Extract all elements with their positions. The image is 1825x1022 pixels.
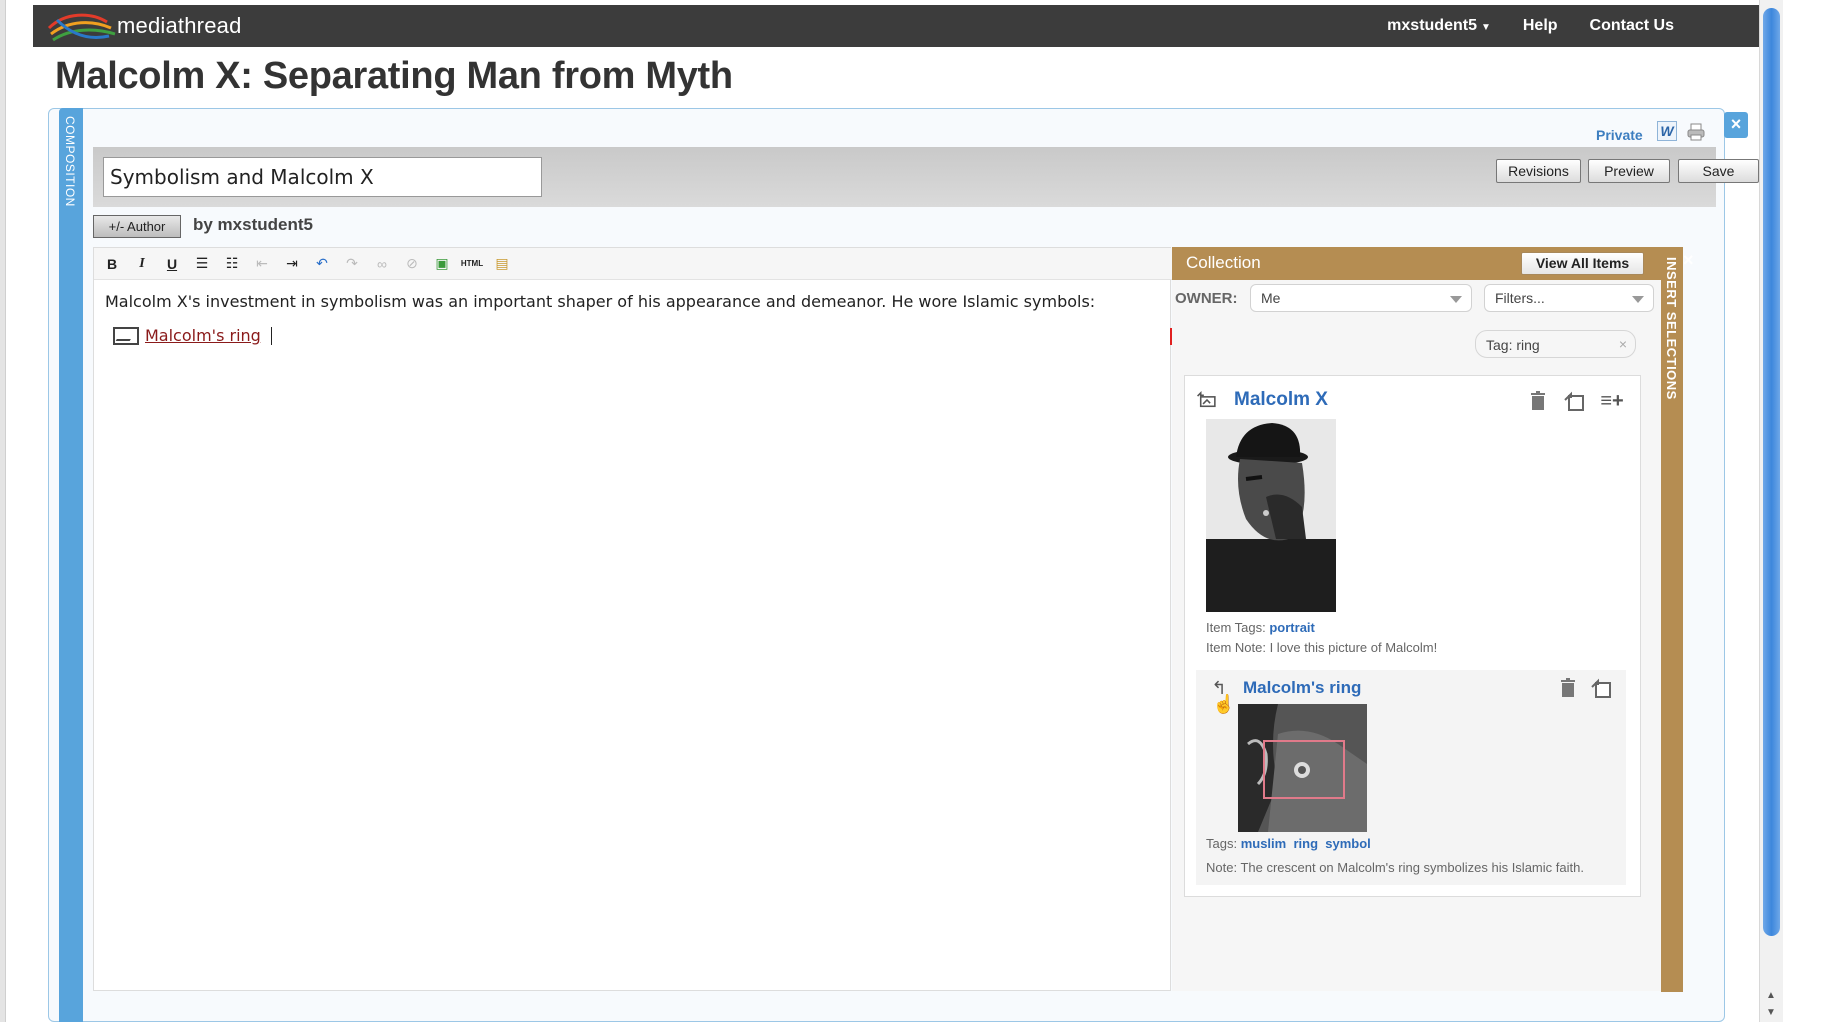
byline: by mxstudent5: [193, 215, 313, 234]
item-thumbnail[interactable]: [1206, 419, 1336, 612]
selection-tags-label: Tags:: [1206, 836, 1238, 851]
brand-logo[interactable]: mediathread: [45, 9, 242, 43]
top-nav-links: mxstudent5 ▼ Help Contact Us: [1387, 5, 1674, 47]
item-title-link[interactable]: Malcolm X: [1234, 389, 1328, 411]
composition-title-input[interactable]: [103, 157, 542, 197]
composition-tab[interactable]: COMPOSITION: [59, 108, 83, 1022]
selection-note: Note: The crescent on Malcolm's ring sym…: [1206, 860, 1584, 875]
brand-name: mediathread: [117, 13, 242, 38]
app-window: mediathread mxstudent5 ▼ Help Contact Us …: [0, 0, 1825, 1022]
revisions-button[interactable]: Revisions: [1496, 159, 1581, 183]
link-icon[interactable]: ∞: [372, 254, 392, 274]
selection-title-link[interactable]: Malcolm's ring: [1243, 678, 1361, 698]
sidebar-close-icon[interactable]: ×: [1683, 250, 1694, 271]
clear-tag-icon[interactable]: ×: [1619, 336, 1627, 352]
tag-link[interactable]: symbol: [1325, 836, 1371, 851]
selection-thumbnail[interactable]: [1238, 704, 1367, 832]
unlink-icon[interactable]: ⊘: [402, 254, 422, 274]
scroll-up-icon[interactable]: ▲: [1766, 990, 1776, 1001]
redo-icon[interactable]: ↷: [342, 254, 362, 274]
insert-selections-label: INSERT SELECTIONS: [1664, 257, 1679, 400]
visibility-link[interactable]: Private: [1596, 127, 1643, 143]
chevron-down-icon: [1450, 296, 1462, 303]
logo-swoosh-icon: [47, 13, 116, 42]
html-source-icon[interactable]: HTML: [461, 254, 483, 274]
author-button[interactable]: +/- Author: [93, 215, 181, 238]
window-left-edge: [0, 0, 6, 1022]
tag-link[interactable]: ring: [1293, 836, 1318, 851]
tag-filter-label: Tag: ring: [1486, 337, 1540, 353]
view-all-items-button[interactable]: View All Items: [1521, 252, 1644, 275]
italic-button[interactable]: I: [132, 254, 152, 274]
item-type-icon[interactable]: [1196, 389, 1218, 411]
image-icon: [113, 326, 139, 345]
editor-body-text: Malcolm X's investment in symbolism was …: [105, 292, 1096, 311]
owner-label: OWNER:: [1175, 290, 1238, 307]
bold-button[interactable]: B: [102, 254, 122, 274]
close-icon[interactable]: ×: [1724, 112, 1748, 138]
editor-toolbar: B I U ☰ ☷ ⇤ ⇥ ↶ ↷ ∞ ⊘ ▣ HTML ▤: [94, 248, 1172, 280]
tag-link[interactable]: muslim: [1241, 836, 1287, 851]
citation-link[interactable]: Malcolm's ring: [145, 326, 261, 345]
outdent-icon[interactable]: ⇤: [252, 254, 272, 274]
preview-button[interactable]: Preview: [1588, 159, 1670, 183]
contact-link[interactable]: Contact Us: [1590, 17, 1674, 35]
collection-title: Collection: [1186, 253, 1261, 272]
undo-icon[interactable]: ↶: [312, 254, 332, 274]
user-menu-label: mxstudent5: [1387, 17, 1477, 34]
scroll-down-icon[interactable]: ▼: [1766, 1007, 1776, 1018]
insert-image-icon[interactable]: ▣: [432, 254, 452, 274]
trash-icon[interactable]: [1557, 677, 1579, 699]
text-cursor: [270, 326, 272, 345]
filters-select[interactable]: Filters...: [1484, 284, 1654, 312]
scrollbar-thumb[interactable]: [1763, 8, 1780, 936]
bullet-list-icon[interactable]: ☰: [192, 254, 212, 274]
tag-filter-chip[interactable]: Tag: ring ×: [1475, 330, 1636, 358]
user-menu[interactable]: mxstudent5 ▼: [1387, 17, 1491, 35]
page-title: Malcolm X: Separating Man from Myth: [55, 55, 733, 97]
owner-select[interactable]: Me: [1250, 284, 1472, 312]
scrollbar[interactable]: ▲ ▼: [1759, 0, 1783, 1022]
chevron-down-icon: [1632, 296, 1644, 303]
rich-text-editor[interactable]: B I U ☰ ☷ ⇤ ⇥ ↶ ↷ ∞ ⊘ ▣ HTML ▤ Malcolm X…: [93, 247, 1172, 991]
numbered-list-icon[interactable]: ☷: [222, 254, 242, 274]
insert-selections-tab[interactable]: INSERT SELECTIONS: [1661, 247, 1683, 992]
underline-button[interactable]: U: [162, 254, 182, 274]
filters-select-value: Filters...: [1495, 290, 1545, 306]
collection-header: Collection View All Items: [1172, 247, 1661, 280]
paste-word-icon[interactable]: ▤: [492, 254, 512, 274]
item-note: Item Note: I love this picture of Malcol…: [1206, 640, 1438, 655]
help-link[interactable]: Help: [1523, 17, 1558, 35]
tag-link[interactable]: portrait: [1269, 620, 1315, 635]
item-tags: Item Tags: portrait: [1206, 620, 1315, 635]
selection-tags: Tags: muslim ring symbol: [1206, 836, 1371, 851]
owner-select-value: Me: [1261, 290, 1281, 306]
composition-tab-label: COMPOSITION: [63, 116, 77, 207]
item-tags-label: Item Tags:: [1206, 620, 1266, 635]
add-to-list-icon[interactable]: ≡+: [1600, 390, 1623, 412]
caret-down-icon: ▼: [1480, 22, 1491, 33]
word-doc-icon[interactable]: W: [1657, 121, 1677, 141]
save-button[interactable]: Save: [1678, 159, 1759, 183]
top-nav-bar: mediathread mxstudent5 ▼ Help Contact Us: [33, 5, 1759, 47]
indent-icon[interactable]: ⇥: [282, 254, 302, 274]
annotate-icon[interactable]: [1590, 677, 1612, 699]
cursor-hand-icon: ☝: [1212, 693, 1236, 714]
window-right-margin: [1783, 0, 1825, 1022]
citation-line: Malcolm's ring: [113, 326, 272, 345]
trash-icon[interactable]: [1527, 390, 1549, 412]
annotate-icon[interactable]: [1563, 390, 1585, 412]
print-icon[interactable]: [1686, 122, 1706, 142]
